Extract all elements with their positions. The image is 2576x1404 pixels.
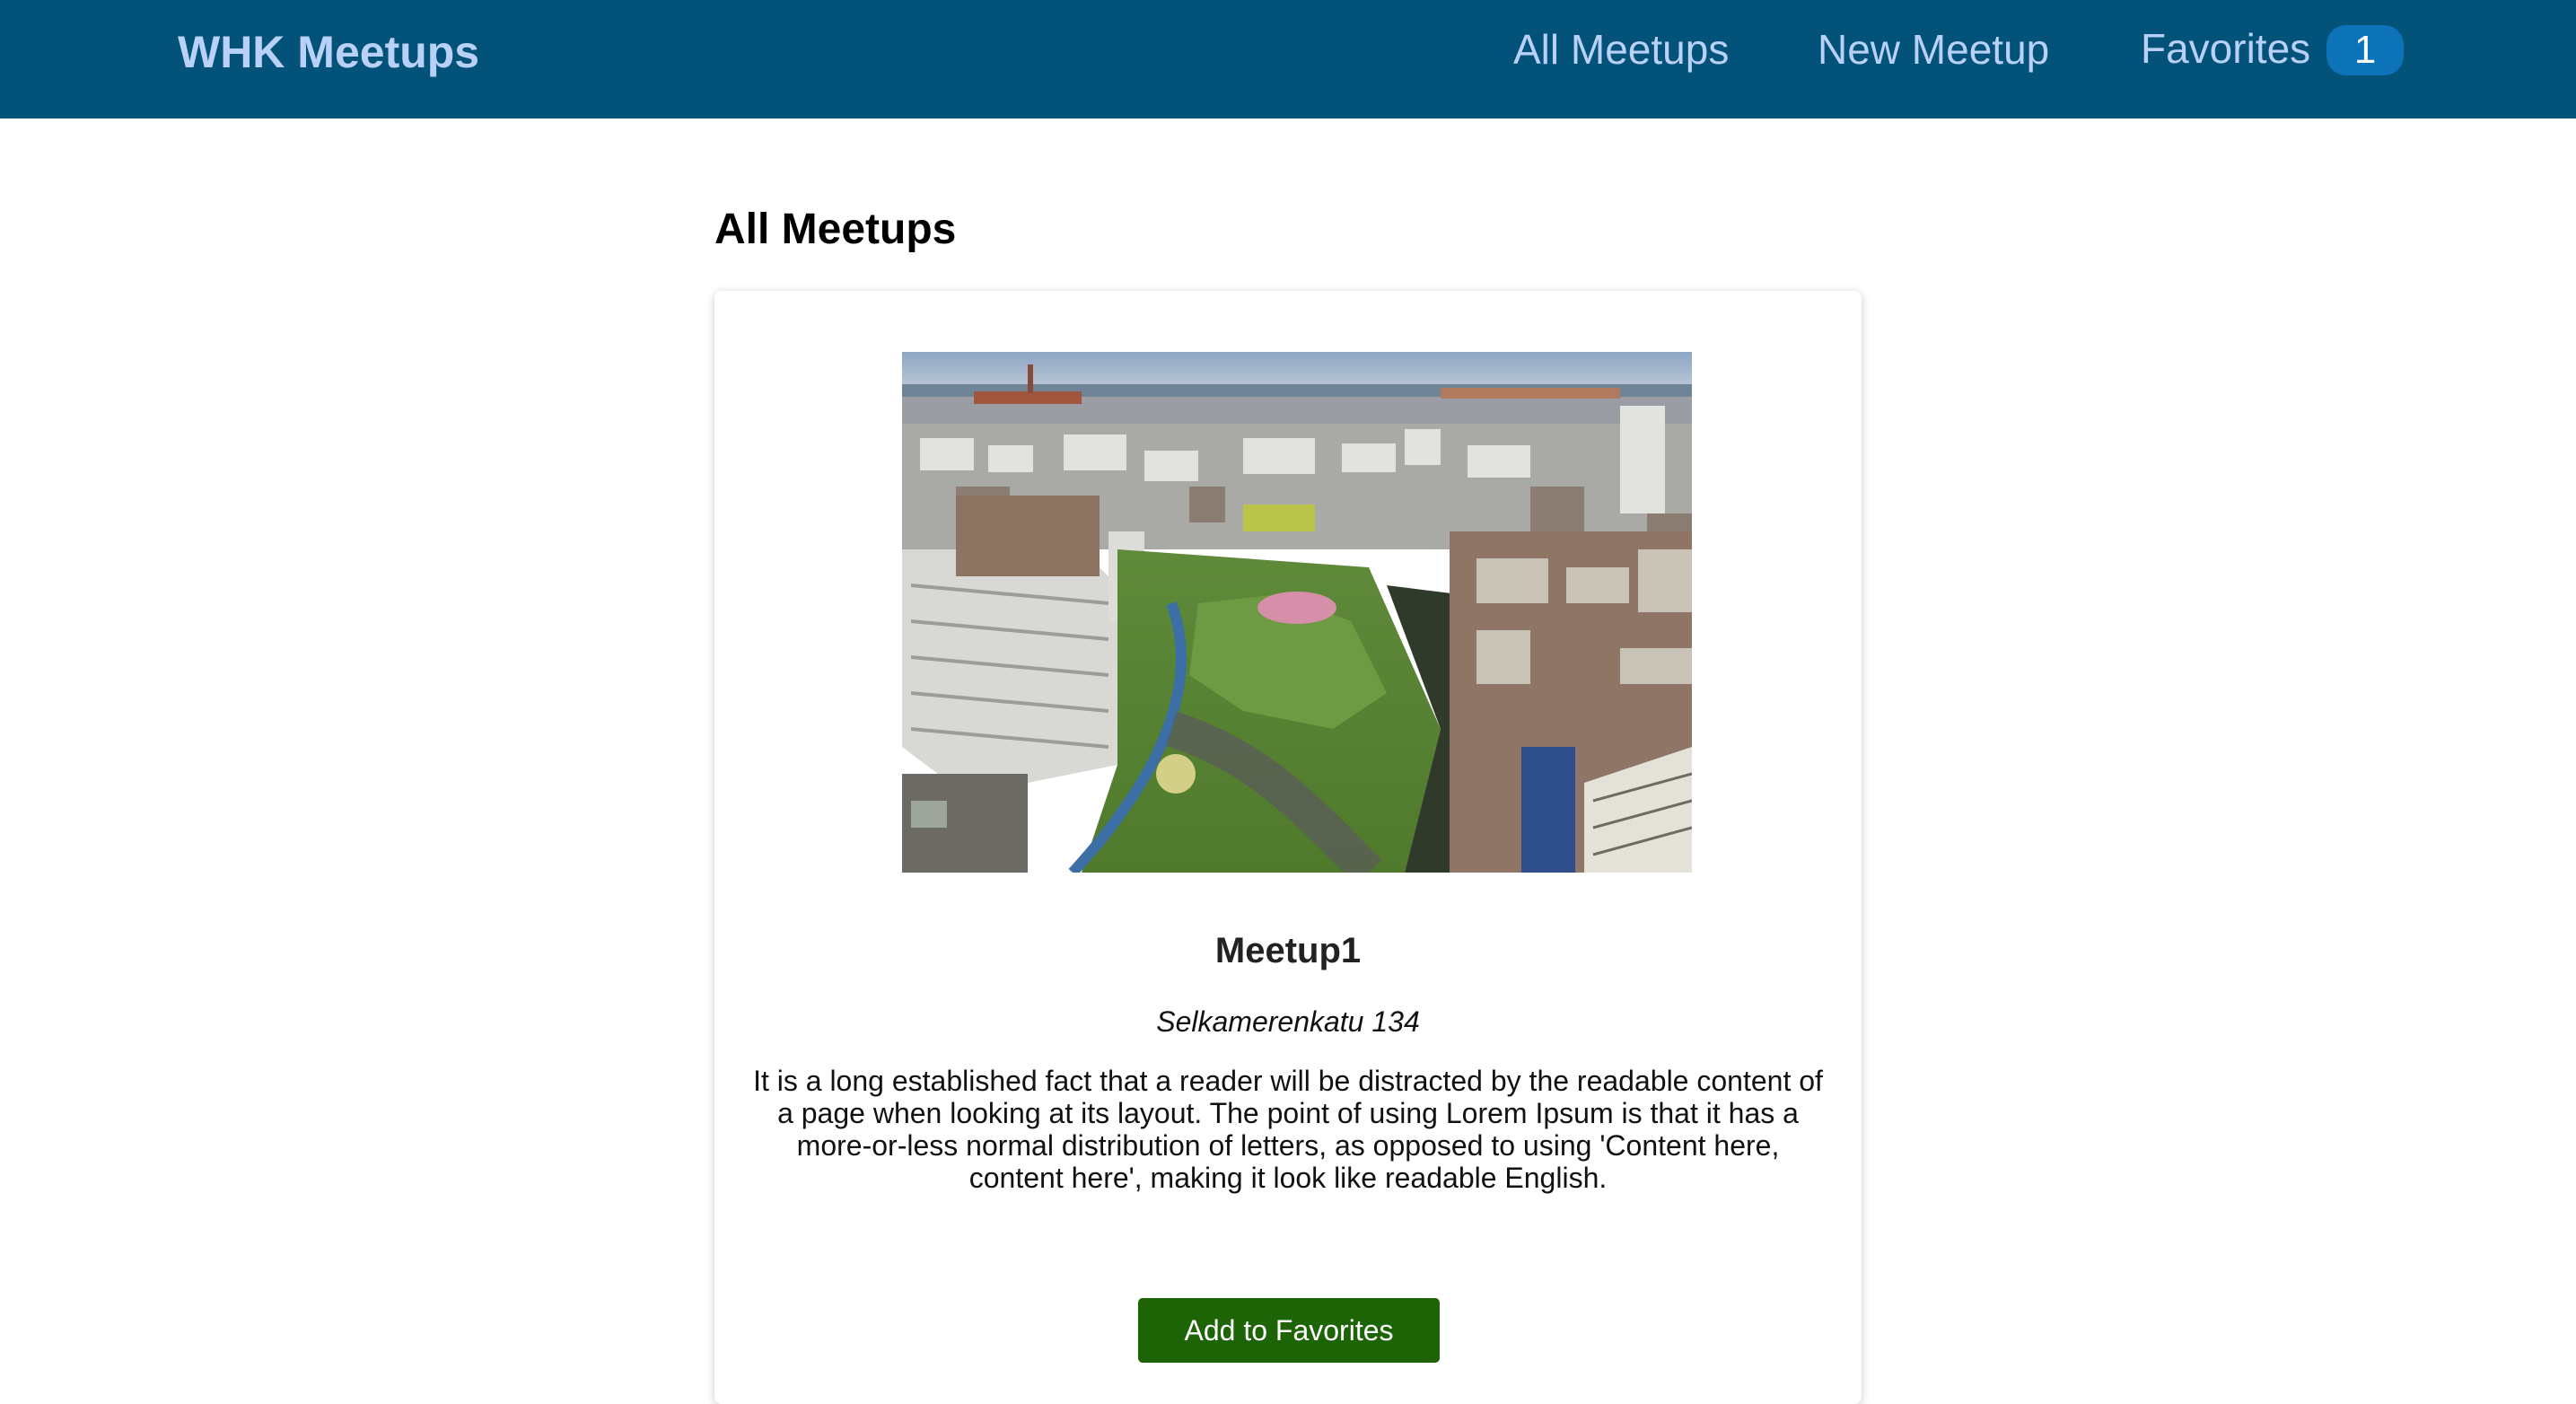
favorites-count-badge: 1 — [2326, 24, 2405, 75]
nav-link-all-meetups[interactable]: All Meetups — [1513, 25, 1729, 74]
add-to-favorites-button[interactable]: Add to Favorites — [1138, 1298, 1440, 1363]
top-navigation-bar: WHK Meetups All Meetups New Meetup Favor… — [0, 0, 2576, 118]
nav-link-favorites-label: Favorites — [2141, 24, 2311, 72]
nav-link-new-meetup[interactable]: New Meetup — [1818, 25, 2049, 74]
page-title: All Meetups — [714, 206, 957, 253]
site-logo[interactable]: WHK Meetups — [178, 25, 479, 79]
meetup-card: Meetup1 Selkamerenkatu 134 It is a long … — [714, 291, 1862, 1404]
nav-link-favorites[interactable]: Favorites 1 — [2141, 24, 2405, 75]
meetup-title: Meetup1 — [1214, 931, 1362, 970]
city-aerial-photo — [902, 352, 1692, 873]
meetup-address: Selkamerenkatu 134 — [1156, 1005, 1420, 1038]
meetup-description: It is a long established fact that a rea… — [753, 1065, 1823, 1194]
meetup-image — [902, 352, 1692, 873]
